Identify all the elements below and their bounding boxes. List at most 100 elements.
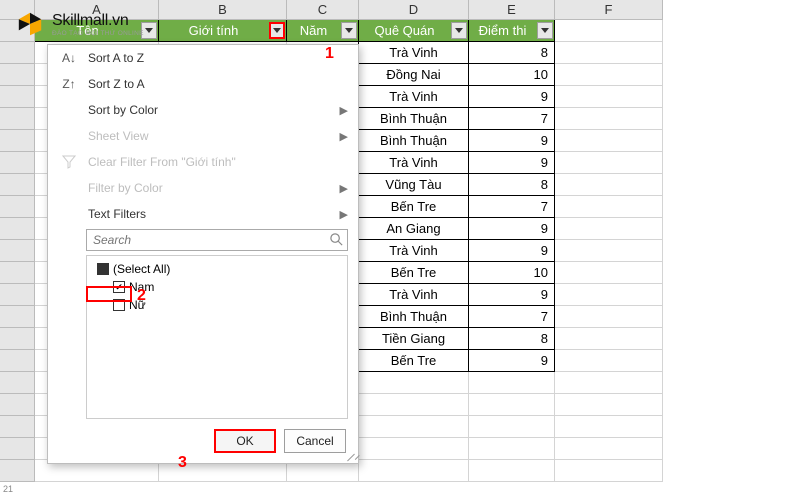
- cell-diemthi[interactable]: 9: [469, 130, 555, 152]
- cell-quequan[interactable]: Trà Vinh: [359, 284, 469, 306]
- resize-grip-icon[interactable]: [344, 449, 356, 461]
- sort-az[interactable]: A↓Sort A to Z: [48, 45, 358, 71]
- cell-blank[interactable]: [469, 460, 555, 482]
- row-head[interactable]: [0, 196, 35, 218]
- cell-quequan[interactable]: Trà Vinh: [359, 240, 469, 262]
- cell-diemthi[interactable]: 9: [469, 86, 555, 108]
- cell-diemthi[interactable]: 8: [469, 174, 555, 196]
- row-head[interactable]: [0, 394, 35, 416]
- row-head[interactable]: [0, 306, 35, 328]
- cell-blank[interactable]: [555, 86, 663, 108]
- cell-blank[interactable]: [359, 460, 469, 482]
- option-nam[interactable]: ✔Nam: [93, 278, 341, 296]
- cell-diemthi[interactable]: 7: [469, 306, 555, 328]
- cell-diemthi[interactable]: 7: [469, 196, 555, 218]
- sort-by-color[interactable]: Sort by Color▶: [48, 97, 358, 123]
- row-head[interactable]: [0, 328, 35, 350]
- filter-search-input[interactable]: [86, 229, 348, 251]
- row-head[interactable]: [0, 460, 35, 482]
- cell-blank[interactable]: [469, 416, 555, 438]
- cell-blank[interactable]: [555, 350, 663, 372]
- col-head-E[interactable]: E: [469, 0, 555, 20]
- cell-blank[interactable]: [555, 416, 663, 438]
- cell-blank[interactable]: [359, 416, 469, 438]
- cell-blank[interactable]: [555, 284, 663, 306]
- cell-blank[interactable]: [555, 438, 663, 460]
- row-head[interactable]: [0, 262, 35, 284]
- text-filters[interactable]: Text Filters▶: [48, 201, 358, 227]
- cell-diemthi[interactable]: 9: [469, 152, 555, 174]
- cell-blank[interactable]: [555, 372, 663, 394]
- option-nu[interactable]: Nữ: [93, 296, 341, 314]
- col-head-C[interactable]: C: [287, 0, 359, 20]
- select-all-option[interactable]: (Select All): [93, 260, 341, 278]
- cell-quequan[interactable]: An Giang: [359, 218, 469, 240]
- row-head[interactable]: [0, 438, 35, 460]
- cell-quequan[interactable]: Vũng Tàu: [359, 174, 469, 196]
- cell-blank[interactable]: [359, 438, 469, 460]
- row-head[interactable]: [0, 350, 35, 372]
- cell-quequan[interactable]: Bến Tre: [359, 350, 469, 372]
- filter-btn-namsinh[interactable]: [341, 22, 357, 39]
- row-head[interactable]: [0, 416, 35, 438]
- ok-button[interactable]: OK: [214, 429, 276, 453]
- row-head[interactable]: [0, 42, 35, 64]
- row-head[interactable]: [0, 108, 35, 130]
- cell-quequan[interactable]: Bình Thuận: [359, 306, 469, 328]
- cell-diemthi[interactable]: 9: [469, 350, 555, 372]
- cell-blank[interactable]: [555, 240, 663, 262]
- cancel-button[interactable]: Cancel: [284, 429, 346, 453]
- row-head[interactable]: [0, 86, 35, 108]
- cell-blank[interactable]: [469, 438, 555, 460]
- cell-quequan[interactable]: Trà Vinh: [359, 86, 469, 108]
- row-head[interactable]: [0, 130, 35, 152]
- cell-blank[interactable]: [555, 218, 663, 240]
- cell-diemthi[interactable]: 8: [469, 328, 555, 350]
- cell-diemthi[interactable]: 7: [469, 108, 555, 130]
- cell-diemthi[interactable]: 10: [469, 262, 555, 284]
- cell-blank[interactable]: [555, 306, 663, 328]
- cell-diemthi[interactable]: 10: [469, 64, 555, 86]
- row-head[interactable]: [0, 372, 35, 394]
- col-head-F[interactable]: F: [555, 0, 663, 20]
- cell-quequan[interactable]: Bến Tre: [359, 262, 469, 284]
- cell-blank[interactable]: [555, 152, 663, 174]
- cell-quequan[interactable]: Bình Thuận: [359, 108, 469, 130]
- cell-blank[interactable]: [555, 196, 663, 218]
- cell-diemthi[interactable]: 9: [469, 218, 555, 240]
- cell-blank[interactable]: [359, 394, 469, 416]
- cell-blank[interactable]: [555, 174, 663, 196]
- row-head[interactable]: [0, 152, 35, 174]
- row-head[interactable]: [0, 284, 35, 306]
- cell-blank[interactable]: [555, 394, 663, 416]
- sort-za[interactable]: Z↑Sort Z to A: [48, 71, 358, 97]
- cell-quequan[interactable]: Tiền Giang: [359, 328, 469, 350]
- cell-blank[interactable]: [469, 394, 555, 416]
- cell-quequan[interactable]: Trà Vinh: [359, 42, 469, 64]
- cell-blank[interactable]: [555, 64, 663, 86]
- cell-blank[interactable]: [469, 372, 555, 394]
- filter-btn-diemthi[interactable]: [537, 22, 553, 39]
- row-head[interactable]: [0, 64, 35, 86]
- cell-diemthi[interactable]: 9: [469, 240, 555, 262]
- filter-btn-quequan[interactable]: [451, 22, 467, 39]
- row-head[interactable]: [0, 174, 35, 196]
- filter-btn-gioitinh[interactable]: [269, 22, 285, 39]
- cell-quequan[interactable]: Bến Tre: [359, 196, 469, 218]
- cell-blank[interactable]: [555, 108, 663, 130]
- cell-blank[interactable]: [359, 372, 469, 394]
- cell-blank[interactable]: [555, 42, 663, 64]
- row-head[interactable]: [0, 218, 35, 240]
- cell-diemthi[interactable]: 8: [469, 42, 555, 64]
- cell-blank[interactable]: [555, 130, 663, 152]
- cell-diemthi[interactable]: 9: [469, 284, 555, 306]
- col-head-D[interactable]: D: [359, 0, 469, 20]
- cell-quequan[interactable]: Trà Vinh: [359, 152, 469, 174]
- cell-quequan[interactable]: Đồng Nai: [359, 64, 469, 86]
- row-head[interactable]: [0, 240, 35, 262]
- cell-blank[interactable]: [555, 328, 663, 350]
- cell-quequan[interactable]: Bình Thuận: [359, 130, 469, 152]
- filter-value-list[interactable]: (Select All) ✔Nam Nữ: [86, 255, 348, 419]
- cell-blank[interactable]: [555, 262, 663, 284]
- col-head-B[interactable]: B: [159, 0, 287, 20]
